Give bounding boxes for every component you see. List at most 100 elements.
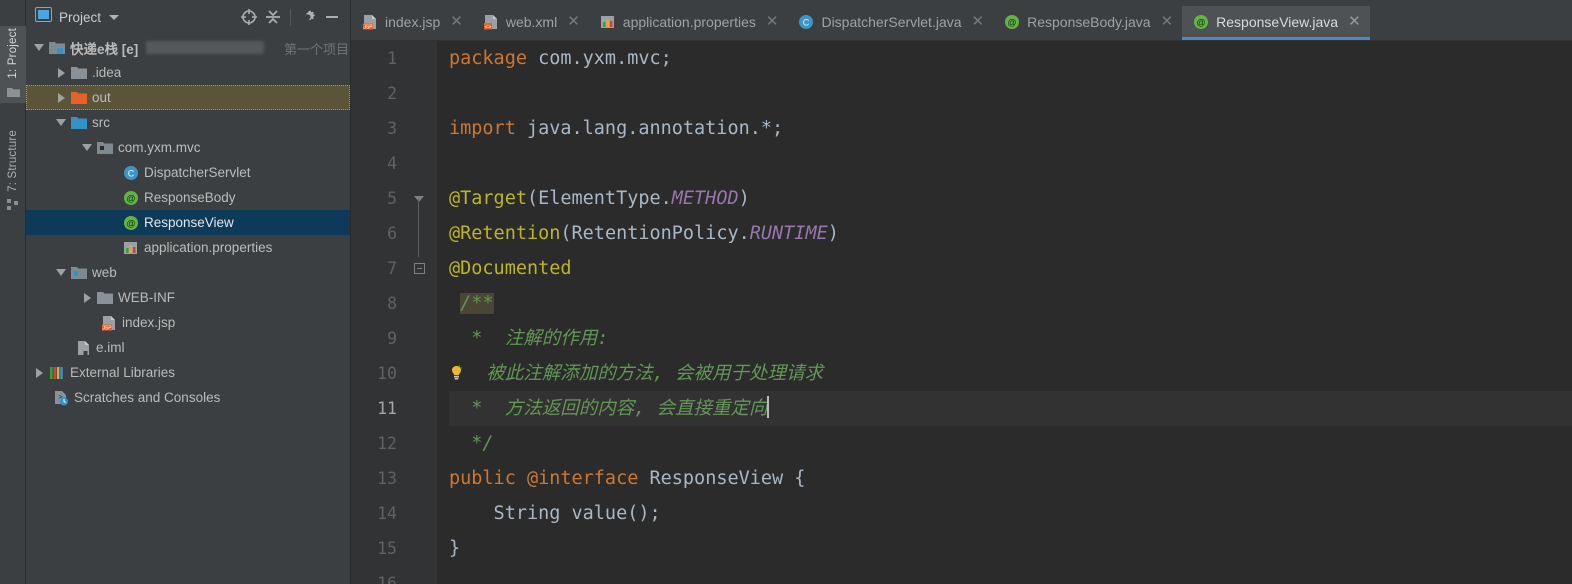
code-line-8: /**: [460, 293, 494, 314]
code-line-14: String value();: [449, 503, 661, 524]
tree-row-dispatcherservlet[interactable]: C DispatcherServlet: [26, 160, 350, 185]
annotation-icon: @: [1004, 14, 1020, 30]
libraries-icon: [48, 366, 66, 380]
folder-orange-icon: [70, 91, 88, 105]
tab-web-xml[interactable]: <> web.xml ✕: [472, 6, 589, 40]
tree-row-application-properties[interactable]: application.properties: [26, 235, 350, 260]
twisty-expanded-icon[interactable]: [78, 144, 96, 151]
tree-row-external-libraries[interactable]: External Libraries: [26, 360, 350, 385]
chevron-down-icon[interactable]: [109, 14, 120, 20]
minimize-icon[interactable]: [320, 5, 344, 29]
close-icon[interactable]: ✕: [450, 14, 463, 29]
code-line-9: * 注解的作用:: [449, 328, 609, 349]
line-number: 9: [387, 329, 397, 348]
line-number: 5: [387, 189, 397, 208]
tree-label-application-properties: application.properties: [144, 240, 273, 255]
line-number: 14: [377, 504, 397, 523]
code-line-3: import java.lang.annotation.*;: [449, 118, 784, 139]
tree-label-module: 快递e栈 [e]: [70, 41, 139, 57]
rail-button-structure[interactable]: 7: Structure: [0, 128, 26, 216]
tree-label-src: src: [92, 115, 110, 130]
tab-label: ResponseView.java: [1216, 13, 1339, 30]
close-icon[interactable]: ✕: [972, 14, 985, 29]
line-number-current: 11: [377, 399, 397, 418]
tree-row-web-inf[interactable]: WEB-INF: [26, 285, 350, 310]
rail-label-project: 1: Project: [7, 28, 19, 79]
class-icon: C: [122, 165, 140, 181]
line-number: 3: [387, 119, 397, 138]
tree-row-eiml[interactable]: e.iml: [26, 335, 350, 360]
tree-label-scratches: Scratches and Consoles: [74, 390, 221, 405]
intention-bulb-icon[interactable]: [449, 359, 464, 380]
tree-row-responsebody[interactable]: @ ResponseBody: [26, 185, 350, 210]
class-icon: C: [798, 14, 814, 30]
code-line-10: 被此注解添加的方法, 会被用于处理请求: [449, 356, 1572, 391]
folder-icon: [96, 291, 114, 305]
rail-button-project[interactable]: 1: Project: [0, 26, 26, 103]
twisty-expanded-icon[interactable]: [52, 269, 70, 276]
code-line-7: @Documented: [449, 258, 572, 279]
tree-row-index-jsp[interactable]: JSP index.jsp: [26, 310, 350, 335]
svg-text:C: C: [803, 17, 810, 27]
tree-row-module[interactable]: 快递e栈 [e] 第一个项目: [26, 35, 350, 60]
properties-icon: [122, 240, 140, 256]
tab-responsebody-java[interactable]: @ ResponseBody.java ✕: [993, 6, 1182, 40]
module-description: 第一个项目: [283, 42, 349, 57]
close-icon[interactable]: ✕: [1348, 14, 1361, 29]
redacted-path: [146, 41, 265, 54]
code-text-area[interactable]: package com.yxm.mvc; import java.lang.an…: [437, 41, 1572, 584]
tab-index-jsp[interactable]: JSP index.jsp ✕: [351, 6, 472, 40]
twisty-collapsed-icon[interactable]: [52, 67, 70, 78]
project-pane-header: Project: [26, 0, 350, 34]
tree-label-external-libraries: External Libraries: [70, 365, 176, 380]
twisty-collapsed-icon[interactable]: [30, 367, 48, 378]
editor-gutter[interactable]: 1 2 3 4 5 6 7 8 9 10 11 12 13 14 15 16: [351, 41, 437, 584]
annotation-icon: @: [122, 190, 140, 206]
tree-row-responseview[interactable]: @ ResponseView: [26, 210, 350, 235]
code-line-5: @Target(ElementType.METHOD): [449, 188, 750, 209]
tree-row-web[interactable]: web: [26, 260, 350, 285]
rail-label-structure: 7: Structure: [7, 130, 19, 192]
jsp-icon: JSP: [100, 315, 118, 331]
fold-start-icon[interactable]: [411, 181, 427, 216]
svg-text:@: @: [1008, 17, 1017, 27]
folder-icon: [70, 66, 88, 80]
gear-icon[interactable]: [296, 5, 320, 29]
tree-row-scratches[interactable]: > Scratches and Consoles: [26, 385, 350, 410]
twisty-expanded-icon[interactable]: [30, 44, 48, 51]
collapse-all-icon[interactable]: [261, 5, 285, 29]
twisty-collapsed-icon[interactable]: [78, 292, 96, 303]
toolbar-divider: [290, 8, 291, 26]
tree-row-package[interactable]: com.yxm.mvc: [26, 135, 350, 160]
line-number: 15: [377, 539, 397, 558]
scratches-icon: >: [52, 390, 70, 406]
tree-label-web: web: [92, 265, 117, 280]
crosshair-target-icon[interactable]: [237, 5, 261, 29]
twisty-collapsed-icon[interactable]: [52, 92, 70, 103]
tree-row-idea[interactable]: .idea: [26, 60, 350, 85]
tab-dispatcherservlet-java[interactable]: C DispatcherServlet.java ✕: [787, 6, 993, 40]
project-tree[interactable]: 快递e栈 [e] 第一个项目 .idea out src com.yxm.mvc…: [26, 34, 350, 584]
close-icon[interactable]: ✕: [766, 14, 779, 29]
svg-text:JSP: JSP: [363, 24, 373, 30]
fold-region-line: [418, 199, 419, 257]
close-icon[interactable]: ✕: [1161, 14, 1174, 29]
iml-icon: [74, 340, 92, 356]
tree-label-package: com.yxm.mvc: [118, 140, 201, 155]
line-number: 10: [377, 364, 397, 383]
line-number: 2: [387, 84, 397, 103]
annotation-icon: @: [1193, 14, 1209, 30]
tab-application-properties[interactable]: application.properties ✕: [589, 6, 788, 40]
properties-icon: [600, 14, 616, 30]
fold-end-icon[interactable]: [411, 251, 427, 286]
close-icon[interactable]: ✕: [567, 14, 580, 29]
twisty-expanded-icon[interactable]: [52, 119, 70, 126]
tree-row-out[interactable]: out: [26, 85, 350, 110]
tab-responseview-java[interactable]: @ ResponseView.java ✕: [1182, 6, 1370, 40]
svg-text:@: @: [1197, 17, 1206, 27]
tree-row-src[interactable]: src: [26, 110, 350, 135]
line-number: 7: [387, 259, 397, 278]
